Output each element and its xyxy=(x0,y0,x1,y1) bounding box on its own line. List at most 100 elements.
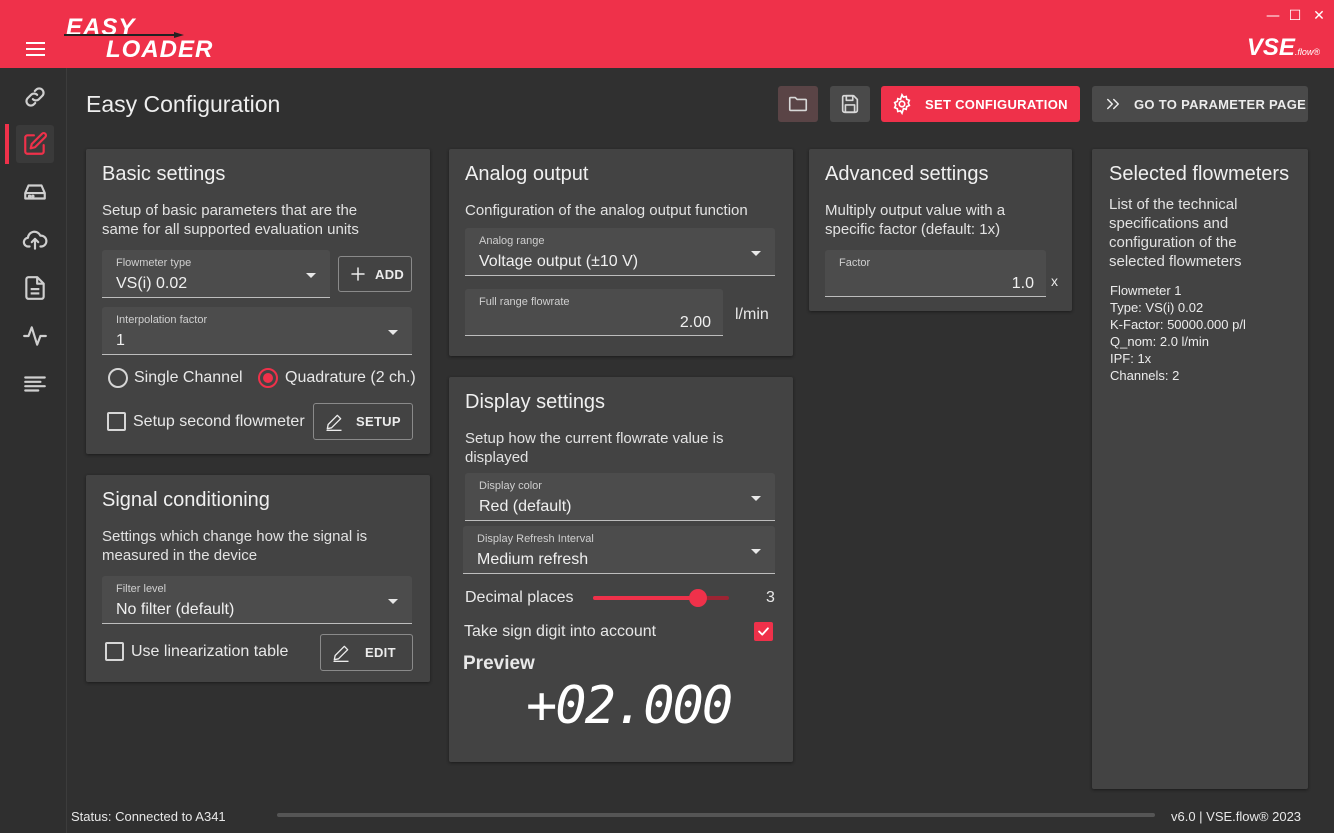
flowmeter-spec-line: Type: VS(i) 0.02 xyxy=(1110,300,1204,315)
easy-loader-logo: EASY LOADER xyxy=(64,14,212,64)
full-range-flowrate-label: Full range flowrate xyxy=(479,296,570,308)
quadrature-label: Quadrature (2 ch.) xyxy=(285,369,416,386)
linearization-label: Use linearization table xyxy=(131,643,289,660)
sign-digit-checkbox[interactable] xyxy=(754,622,773,641)
flowmeter-type-select[interactable]: Flowmeter type VS(i) 0.02 xyxy=(102,250,330,298)
flowmeter-spec-line: IPF: 1x xyxy=(1110,351,1152,366)
filter-level-select[interactable]: Filter level No filter (default) xyxy=(102,576,412,624)
set-configuration-button[interactable]: SET CONFIGURATION xyxy=(881,86,1080,122)
setup-label: SETUP xyxy=(356,414,401,429)
save-file-button[interactable] xyxy=(830,86,870,122)
linearization-checkbox[interactable] xyxy=(105,642,124,661)
sidebar-item-signal[interactable] xyxy=(16,317,54,355)
vse-brand-logo: VSE.flow® xyxy=(1247,34,1320,62)
open-file-button[interactable] xyxy=(778,86,818,122)
sidebar-item-log[interactable] xyxy=(16,365,54,403)
single-channel-label: Single Channel xyxy=(134,369,243,386)
decimal-places-slider-thumb[interactable] xyxy=(688,589,707,607)
edit-icon xyxy=(24,132,47,155)
radio-quadrature[interactable] xyxy=(258,368,278,388)
factor-value: 1.0 xyxy=(1011,275,1034,292)
plus-icon xyxy=(351,267,365,281)
text-lines-icon xyxy=(24,376,46,392)
sidebar-item-report[interactable] xyxy=(16,269,54,307)
advanced-settings-title: Advanced settings xyxy=(825,163,989,185)
drive-icon xyxy=(24,184,46,200)
save-icon xyxy=(841,94,859,114)
chevron-down-icon xyxy=(751,549,761,554)
flowmeter-spec-line: Channels: 2 xyxy=(1110,368,1180,383)
sidebar-item-upload[interactable] xyxy=(16,221,54,259)
go-to-parameter-page-label: GO TO PARAMETER PAGE xyxy=(1134,96,1307,112)
preview-display-value: +02.000 xyxy=(526,676,733,736)
status-progress-bar xyxy=(277,813,1155,817)
setup-button[interactable]: SETUP xyxy=(313,403,413,440)
display-settings-title: Display settings xyxy=(465,391,606,413)
brand-text: VSE xyxy=(1246,34,1295,61)
sidebar-item-connection[interactable] xyxy=(16,78,54,116)
display-settings-desc-2: displayed xyxy=(465,449,529,466)
pencil-icon xyxy=(333,645,349,662)
full-range-flowrate-input[interactable]: Full range flowrate 2.00 xyxy=(465,289,723,336)
edit-linearization-button[interactable]: EDIT xyxy=(320,634,413,671)
pencil-icon xyxy=(326,414,342,431)
pulse-icon xyxy=(23,326,47,346)
gear-icon xyxy=(893,93,911,115)
chevron-down-icon xyxy=(388,599,398,604)
radio-single-channel[interactable] xyxy=(108,368,128,388)
sidebar-item-device[interactable] xyxy=(16,173,54,211)
flowmeter-spec-line: Flowmeter 1 xyxy=(1110,283,1182,298)
minimize-button[interactable]: — xyxy=(1264,8,1282,24)
app-window: EASY LOADER — ☐ ✕ VSE.flow® Easy Configu… xyxy=(0,0,1334,833)
go-to-parameter-page-button[interactable]: GO TO PARAMETER PAGE xyxy=(1092,86,1308,122)
display-color-select[interactable]: Display color Red (default) xyxy=(465,473,775,521)
chevron-down-icon xyxy=(751,251,761,256)
document-icon xyxy=(25,276,45,300)
sidebar-active-indicator xyxy=(5,124,9,164)
flowmeter-type-value: VS(i) 0.02 xyxy=(116,275,188,292)
flowmeter-type-label: Flowmeter type xyxy=(116,257,192,269)
second-flowmeter-checkbox[interactable] xyxy=(107,412,126,431)
analog-range-value: Voltage output (±10 V) xyxy=(479,253,639,270)
signal-conditioning-desc-1: Settings which change how the signal is xyxy=(102,528,368,545)
add-flowmeter-button[interactable]: ADD xyxy=(338,256,412,292)
signal-conditioning-title: Signal conditioning xyxy=(102,489,270,511)
double-chevron-right-icon xyxy=(1107,98,1119,110)
title-bar: EASY LOADER — ☐ ✕ VSE.flow® xyxy=(0,0,1334,68)
sidebar-item-easy-config[interactable] xyxy=(16,125,54,163)
selected-flowmeters-desc-1: List of the technical xyxy=(1109,196,1238,213)
factor-input[interactable]: Factor 1.0 xyxy=(825,250,1046,297)
close-button[interactable]: ✕ xyxy=(1310,8,1328,24)
menu-icon[interactable] xyxy=(26,42,45,56)
analog-output-desc: Configuration of the analog output funct… xyxy=(465,202,748,219)
basic-settings-desc-2: same for all supported evaluation units xyxy=(102,221,359,238)
advanced-settings-desc-2: specific factor (default: 1x) xyxy=(825,221,1001,238)
checkmark-icon xyxy=(758,627,769,636)
maximize-button[interactable]: ☐ xyxy=(1286,8,1304,24)
refresh-interval-select[interactable]: Display Refresh Interval Medium refresh xyxy=(463,526,775,574)
selected-flowmeters-desc-3: configuration of the xyxy=(1109,234,1237,251)
interpolation-factor-value: 1 xyxy=(116,332,125,349)
status-text: Status: Connected to A341 xyxy=(71,809,226,824)
decimal-places-label: Decimal places xyxy=(465,589,574,606)
decimal-places-slider-fill xyxy=(593,596,698,600)
edit-label: EDIT xyxy=(365,645,396,660)
basic-settings-title: Basic settings xyxy=(102,163,226,185)
interpolation-factor-label: Interpolation factor xyxy=(116,314,208,326)
second-flowmeter-label: Setup second flowmeter xyxy=(133,413,305,430)
flowmeter-spec-line: K-Factor: 50000.000 p/l xyxy=(1110,317,1246,332)
refresh-interval-label: Display Refresh Interval xyxy=(477,533,594,545)
cloud-upload-icon xyxy=(22,230,48,250)
folder-icon xyxy=(788,96,808,112)
sidebar xyxy=(0,68,67,833)
interpolation-factor-select[interactable]: Interpolation factor 1 xyxy=(102,307,412,355)
preview-label: Preview xyxy=(463,653,535,674)
analog-range-select[interactable]: Analog range Voltage output (±10 V) xyxy=(465,228,775,276)
page-title: Easy Configuration xyxy=(86,91,281,117)
basic-settings-desc-1: Setup of basic parameters that are the xyxy=(102,202,358,219)
factor-label: Factor xyxy=(839,257,871,269)
chevron-down-icon xyxy=(306,273,316,278)
sign-digit-label: Take sign digit into account xyxy=(464,623,657,640)
display-color-label: Display color xyxy=(479,480,542,492)
decimal-places-value: 3 xyxy=(766,589,775,606)
